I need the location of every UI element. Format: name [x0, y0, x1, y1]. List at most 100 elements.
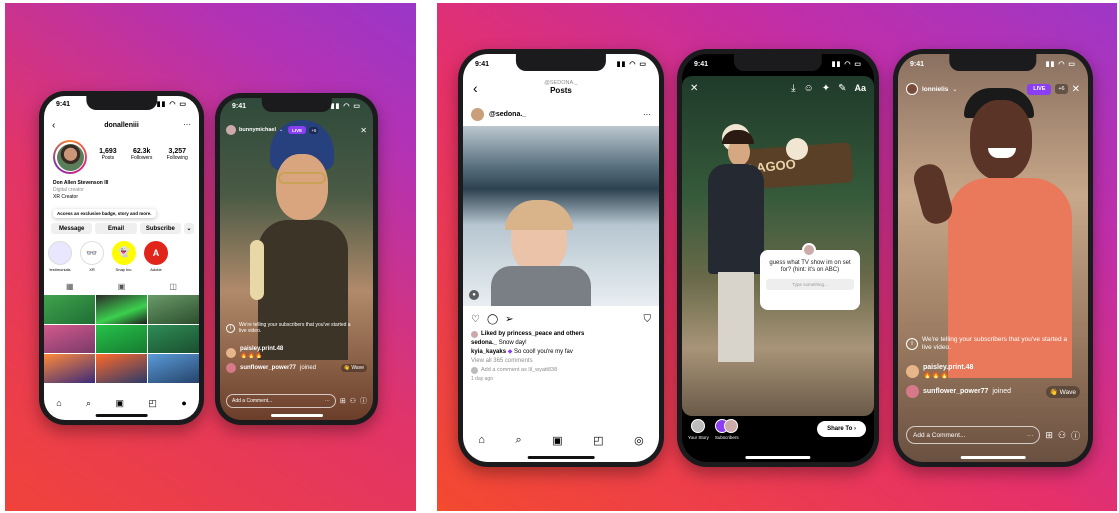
search-icon[interactable]: ⌕ — [515, 434, 521, 447]
live-screen-right: lonnielis ⌄ LIVE +6 ✕ i We're telling yo… — [898, 54, 1088, 462]
comment-user: sunflower_power77 — [923, 388, 989, 395]
author-avatar[interactable] — [471, 107, 484, 121]
viewer-count[interactable]: +6 — [1055, 84, 1068, 94]
shop-icon[interactable]: ◰ — [148, 398, 157, 409]
grid-post[interactable] — [96, 324, 147, 354]
comment-user[interactable]: kyia_kayaks — [471, 349, 506, 355]
host-chevron-icon[interactable]: ⌄ — [279, 127, 283, 133]
host-avatar[interactable] — [906, 83, 918, 95]
tagged-user-icon[interactable]: ● — [469, 290, 479, 300]
profile-icon[interactable]: ● — [181, 398, 186, 408]
comment-icon[interactable]: ◯ — [487, 314, 498, 325]
signal-icons: ▮▮ ◠ ▭ — [156, 101, 187, 108]
grid-post[interactable] — [148, 324, 199, 354]
grid-post[interactable] — [96, 295, 147, 324]
highlight-adobe[interactable]: A Adobe — [143, 241, 169, 272]
promo-panel-left: 9:41 ▮▮ ◠ ▭ ‹ donalleniii ··· 1,693 Post… — [5, 3, 416, 511]
question-icon[interactable]: ⓘ — [1071, 429, 1080, 442]
signal-icons: ▮▮ ◠ ▭ — [330, 103, 361, 110]
host-username[interactable]: bunnymichael — [239, 127, 276, 133]
commenter-avatar — [906, 385, 919, 398]
liked-by-text[interactable]: Liked by princess_peace and others — [481, 330, 584, 339]
stat-posts[interactable]: 1,693 Posts — [99, 148, 117, 161]
profile-action-buttons: Message Email Subscribe ⌄ — [51, 223, 194, 234]
wave-button[interactable]: 👋 Wave — [1045, 385, 1080, 398]
reels-tab-icon[interactable]: ▣ — [118, 282, 126, 291]
post-grid — [44, 295, 199, 383]
search-icon[interactable]: ⌕ — [86, 398, 91, 409]
grid-tab-icon[interactable]: ▦ — [66, 282, 74, 291]
live-header: bunnymichael ⌄ LIVE +6 ✕ — [226, 124, 367, 136]
close-icon[interactable]: ✕ — [690, 83, 698, 94]
home-icon[interactable]: ⌂ — [478, 434, 485, 446]
bookmark-icon[interactable]: ⛉ — [644, 314, 652, 325]
close-icon[interactable]: ✕ — [360, 126, 367, 135]
live-badge: LIVE — [1027, 83, 1052, 95]
comment-input[interactable]: Add a Comment... ··· — [906, 426, 1041, 444]
effects-icon[interactable]: ✦ — [822, 83, 830, 94]
host-avatar[interactable] — [226, 125, 236, 135]
comment-text: joined — [992, 388, 1012, 395]
grid-post[interactable] — [148, 295, 199, 324]
invite-guest-icon[interactable]: ⚇ — [1058, 430, 1066, 441]
live-notice: i We're telling your subscribers that yo… — [906, 336, 1068, 351]
your-story-target[interactable]: Your Story — [688, 418, 709, 440]
comment-text: 🔥🔥🔥 — [923, 372, 950, 379]
add-media-icon[interactable]: ⊞ — [340, 397, 346, 405]
suggest-chevron-icon[interactable]: ⌄ — [183, 223, 194, 234]
stat-following-value: 3,257 — [168, 148, 187, 155]
grid-post[interactable] — [44, 354, 95, 383]
shop-icon[interactable]: ◰ — [593, 434, 603, 447]
grid-post[interactable] — [148, 354, 199, 383]
share-icon[interactable]: ➢ — [505, 314, 513, 325]
grid-post[interactable] — [44, 324, 95, 354]
add-media-icon[interactable]: ⊞ — [1045, 430, 1053, 441]
download-icon[interactable]: ⤓ — [791, 83, 795, 94]
grid-post[interactable] — [96, 354, 147, 383]
sticker-icon[interactable]: ☺ — [803, 83, 813, 94]
add-comment-input[interactable]: Add a comment as lil_wyatt838 — [481, 366, 557, 375]
highlight-testimonials[interactable]: testimonials — [47, 241, 73, 272]
view-all-comments[interactable]: View all 365 comments — [471, 357, 651, 366]
live-notice-text: We're telling your subscribers that you'… — [922, 336, 1068, 351]
reels-icon[interactable]: ▣ — [116, 398, 125, 409]
draw-icon[interactable]: ✎ — [838, 83, 846, 94]
home-icon[interactable]: ⌂ — [56, 398, 61, 408]
like-icon[interactable]: ♡ — [471, 314, 480, 325]
profile-avatar[interactable] — [53, 140, 87, 174]
close-icon[interactable]: ✕ — [1072, 84, 1080, 95]
invite-guest-icon[interactable]: ⚇ — [350, 397, 356, 405]
live-comment: paisley.print.48 🔥🔥🔥 — [226, 346, 367, 359]
host-username[interactable]: lonnielis — [922, 86, 948, 93]
back-icon[interactable]: ‹ — [473, 80, 478, 96]
viewer-count[interactable]: +6 — [309, 126, 319, 134]
profile-full-name: Don Allen Stevenson III — [53, 180, 109, 186]
highlight-xr[interactable]: 👓 XR — [79, 241, 105, 272]
more-options-icon[interactable]: ··· — [643, 110, 651, 119]
grid-post[interactable] — [44, 295, 95, 324]
message-button[interactable]: Message — [51, 223, 93, 234]
post-author-row: @sedona._ ··· — [471, 106, 651, 122]
more-options-icon[interactable]: ··· — [183, 120, 191, 129]
subscribe-button[interactable]: Subscribe — [139, 223, 181, 234]
host-chevron-icon[interactable]: ⌄ — [952, 86, 957, 93]
question-icon[interactable]: ⓘ — [360, 396, 367, 406]
status-time: 9:41 — [232, 102, 247, 110]
post-photo[interactable]: ● — [463, 126, 659, 306]
comment-input[interactable]: Add a Comment... ··· — [226, 394, 336, 408]
wave-button[interactable]: 👋 Wave — [340, 364, 367, 372]
highlight-snap[interactable]: 👻 Snap Inc. — [111, 241, 137, 272]
share-to-button[interactable]: Share To › — [817, 421, 866, 437]
text-tool-button[interactable]: Aa — [854, 83, 866, 93]
profile-icon[interactable]: ◎ — [634, 434, 644, 447]
reels-icon[interactable]: ▣ — [552, 434, 562, 447]
tagged-tab-icon[interactable]: ◫ — [169, 282, 177, 291]
email-button[interactable]: Email — [95, 223, 137, 234]
stat-following[interactable]: 3,257 Following — [167, 148, 188, 161]
answer-field[interactable]: Type something... — [766, 279, 854, 290]
stat-followers[interactable]: 62.3k Followers — [131, 148, 152, 161]
caption-user[interactable]: sedona._ — [471, 340, 497, 346]
question-sticker[interactable]: guess what TV show im on set for? (hint:… — [760, 243, 860, 310]
subscribers-target[interactable]: Subscribers — [715, 418, 739, 440]
author-username[interactable]: @sedona._ — [489, 111, 526, 118]
